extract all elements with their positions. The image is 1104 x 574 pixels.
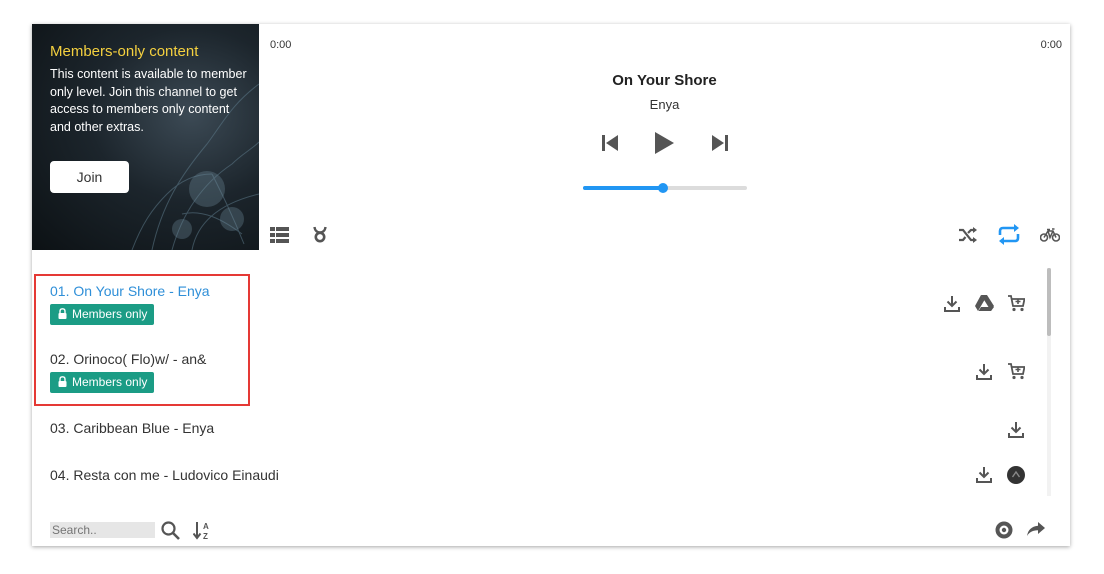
members-only-description: This content is available to member only… bbox=[50, 67, 247, 134]
search-input[interactable] bbox=[50, 522, 155, 538]
shuffle-icon[interactable] bbox=[958, 227, 978, 243]
play-icon[interactable] bbox=[653, 131, 675, 155]
now-playing-artist: Enya bbox=[649, 97, 680, 112]
seek-handle[interactable] bbox=[658, 183, 669, 193]
download-icon[interactable] bbox=[976, 466, 992, 483]
taurus-icon[interactable] bbox=[313, 226, 327, 243]
track-title-01[interactable]: 01. On Your Shore - Enya bbox=[50, 283, 210, 299]
bicycle-icon[interactable] bbox=[1040, 228, 1060, 242]
seek-progress bbox=[583, 186, 664, 190]
badge-label: Members only bbox=[72, 307, 148, 321]
svg-text:Z: Z bbox=[203, 532, 208, 540]
search-icon[interactable] bbox=[161, 521, 180, 540]
download-icon[interactable] bbox=[944, 295, 960, 312]
track-title-02[interactable]: 02. Orinoco( Flo)w/ - an& bbox=[50, 351, 206, 367]
playlist-icon[interactable] bbox=[270, 227, 289, 243]
album-cover: Members-only content This content is ava… bbox=[32, 24, 259, 250]
time-total: 0:00 bbox=[1040, 39, 1062, 51]
svg-text:A: A bbox=[203, 522, 209, 531]
track-title-04[interactable]: 04. Resta con me - Ludovico Einaudi bbox=[50, 467, 279, 483]
skip-previous-icon[interactable] bbox=[601, 134, 619, 152]
members-only-badge: Members only bbox=[50, 304, 155, 325]
cart-add-icon[interactable] bbox=[1008, 363, 1025, 380]
repeat-icon[interactable] bbox=[997, 224, 1021, 245]
scrollbar-thumb[interactable] bbox=[1047, 268, 1051, 336]
members-only-heading: Members-only content bbox=[50, 43, 199, 60]
cart-add-icon[interactable] bbox=[1008, 295, 1025, 312]
badge-label: Members only bbox=[72, 375, 148, 389]
share-icon[interactable] bbox=[1027, 522, 1045, 537]
lock-icon bbox=[58, 376, 67, 387]
player-card: Members-only content This content is ava… bbox=[32, 24, 1070, 546]
join-button[interactable]: Join bbox=[50, 161, 129, 193]
track-title-03[interactable]: 03. Caribbean Blue - Enya bbox=[50, 420, 214, 436]
skip-next-icon[interactable] bbox=[711, 134, 729, 152]
sort-alpha-icon[interactable]: A Z bbox=[193, 521, 212, 540]
tracklist-scrollbar[interactable] bbox=[1047, 268, 1051, 496]
external-service-icon[interactable] bbox=[1007, 466, 1025, 484]
seek-slider[interactable] bbox=[583, 183, 747, 193]
members-only-badge: Members only bbox=[50, 372, 155, 393]
download-icon[interactable] bbox=[1008, 421, 1024, 438]
google-drive-icon[interactable] bbox=[975, 295, 994, 311]
download-icon[interactable] bbox=[976, 363, 992, 380]
now-playing-title: On Your Shore bbox=[612, 72, 717, 89]
disc-icon[interactable] bbox=[995, 521, 1013, 539]
time-current: 0:00 bbox=[270, 39, 292, 51]
lock-icon bbox=[58, 308, 67, 319]
